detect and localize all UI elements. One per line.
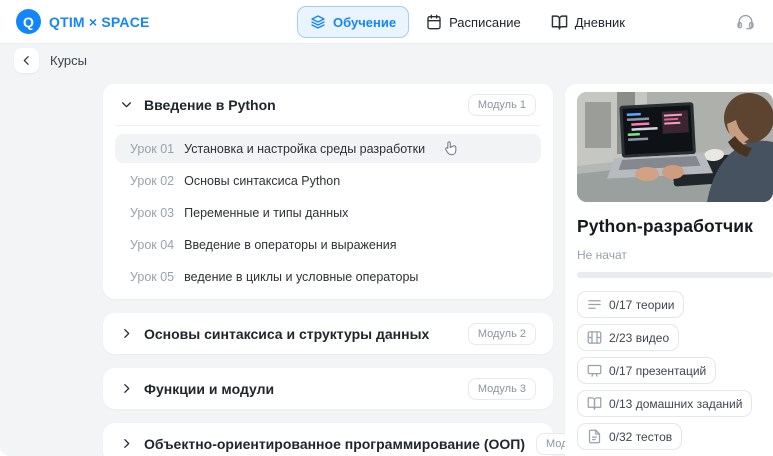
calendar-icon bbox=[426, 14, 442, 30]
module-badge: Модуль 1 bbox=[467, 93, 536, 116]
lines-icon bbox=[587, 297, 602, 312]
logo-text: QTIM × SPACE bbox=[49, 13, 150, 30]
film-icon bbox=[587, 330, 602, 345]
module-card: Основы синтаксиса и структуры данных Мод… bbox=[103, 313, 553, 354]
lesson-row[interactable]: Урок 01 Установка и настройка среды разр… bbox=[115, 134, 541, 163]
nav-tab[interactable]: Дневник bbox=[538, 6, 638, 39]
open-book-icon bbox=[587, 396, 602, 411]
course-card: Python-разработчик Не начат 0/17 теории … bbox=[565, 84, 773, 456]
lesson-title: ведение в циклы и условные операторы bbox=[184, 269, 419, 284]
stat-badge: 2/23 видео bbox=[577, 324, 680, 351]
lesson-title: Переменные и типы данных bbox=[184, 205, 349, 220]
lesson-row[interactable]: Урок 05 ведение в циклы и условные опера… bbox=[115, 262, 541, 291]
module-header[interactable]: Объектно-ориентированное программировани… bbox=[115, 423, 605, 456]
logo-icon: Q bbox=[16, 9, 41, 34]
module-title: Функции и модули bbox=[144, 380, 275, 397]
module-chevron-icon bbox=[120, 98, 133, 111]
stat-badge: 0/13 домашних заданий bbox=[577, 390, 753, 417]
logo-letter: Q bbox=[23, 13, 34, 30]
nav-tab-label: Дневник bbox=[574, 14, 625, 30]
stat-label: 0/13 домашних заданий bbox=[609, 396, 743, 411]
lesson-number: Урок 05 bbox=[130, 269, 175, 284]
stat-badge: 0/17 теории bbox=[577, 291, 685, 318]
layers-icon bbox=[310, 14, 326, 30]
course-photo bbox=[577, 92, 773, 202]
module-header[interactable]: Основы синтаксиса и структуры данных Мод… bbox=[115, 313, 541, 354]
stat-label: 2/23 видео bbox=[609, 330, 670, 345]
lesson-title: Введение в операторы и выражения bbox=[184, 237, 397, 252]
nav-tab[interactable]: Расписание bbox=[413, 6, 534, 38]
topbar: Q QTIM × SPACE Обучение Расписание Дневн… bbox=[0, 0, 773, 44]
nav-tab-label: Обучение bbox=[333, 14, 397, 30]
module-chevron-icon bbox=[120, 327, 133, 340]
module-card: Объектно-ориентированное программировани… bbox=[103, 423, 605, 456]
back-button[interactable] bbox=[14, 48, 39, 73]
stat-label: 0/17 презентаций bbox=[609, 363, 707, 378]
breadcrumb-label: Курсы bbox=[50, 53, 88, 68]
stat-label: 0/32 тестов bbox=[609, 429, 673, 444]
module-badge: Модуль 2 bbox=[467, 322, 536, 345]
course-title: Python-разработчик bbox=[577, 216, 753, 236]
module-header[interactable]: Функции и модули Модуль 3 bbox=[115, 368, 541, 409]
course-status: Не начат bbox=[577, 248, 627, 262]
logo[interactable]: Q QTIM × SPACE bbox=[16, 9, 150, 34]
nav-tab[interactable]: Обучение bbox=[297, 6, 410, 38]
stat-label: 0/17 теории bbox=[609, 297, 675, 312]
book-icon bbox=[551, 14, 568, 31]
lesson-number: Урок 03 bbox=[130, 205, 175, 220]
nav-tabs: Обучение Расписание Дневник bbox=[297, 0, 638, 44]
lessons-list: Урок 01 Установка и настройка среды разр… bbox=[115, 125, 541, 299]
stat-badge: 0/32 тестов bbox=[577, 423, 683, 450]
lesson-number: Урок 01 bbox=[130, 141, 175, 156]
breadcrumb: Курсы bbox=[14, 48, 87, 73]
app-window: Q QTIM × SPACE Обучение Расписание Дневн… bbox=[0, 0, 773, 456]
lesson-number: Урок 02 bbox=[130, 173, 175, 188]
module-header[interactable]: Введение в Python Модуль 1 bbox=[115, 84, 541, 125]
lesson-title: Установка и настройка среды разработки bbox=[184, 141, 426, 156]
module-chevron-icon bbox=[120, 382, 133, 395]
module-chevron-icon bbox=[120, 437, 133, 450]
modules-list: Введение в Python Модуль 1 Урок 01 Устан… bbox=[103, 84, 605, 456]
module-badge: Модуль 3 bbox=[467, 377, 536, 400]
module-title: Объектно-ориентированное программировани… bbox=[144, 435, 526, 452]
presentation-icon bbox=[587, 363, 602, 378]
lesson-row[interactable]: Урок 04 Введение в операторы и выражения bbox=[115, 230, 541, 259]
module-card: Функции и модули Модуль 3 bbox=[103, 368, 553, 409]
nav-tab-label: Расписание bbox=[449, 14, 521, 30]
module-title: Введение в Python bbox=[144, 96, 276, 113]
file-icon bbox=[587, 429, 602, 444]
headset-icon[interactable] bbox=[734, 10, 757, 33]
lesson-row[interactable]: Урок 03 Переменные и типы данных bbox=[115, 198, 541, 227]
module-card: Введение в Python Модуль 1 Урок 01 Устан… bbox=[103, 84, 553, 299]
course-stats: 0/17 теории 2/23 видео 0/17 презентаций … bbox=[577, 291, 773, 456]
lesson-number: Урок 04 bbox=[130, 237, 175, 252]
lesson-row[interactable]: Урок 02 Основы синтаксиса Python bbox=[115, 166, 541, 195]
module-title: Основы синтаксиса и структуры данных bbox=[144, 325, 430, 342]
stat-badge: 0/17 презентаций bbox=[577, 357, 717, 384]
lesson-title: Основы синтаксиса Python bbox=[184, 173, 341, 188]
progress-bar bbox=[577, 272, 773, 278]
